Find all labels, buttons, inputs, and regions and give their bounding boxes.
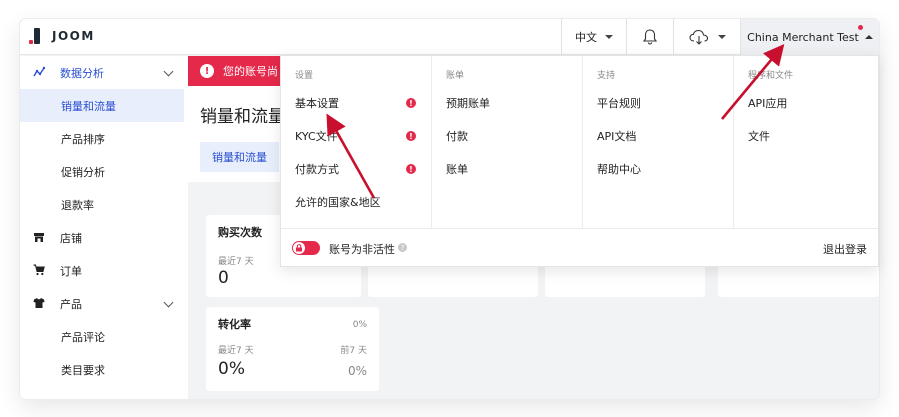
store-icon [34,233,44,242]
menu-item-label: 预期账单 [446,97,490,110]
chevron-down-icon [163,297,174,308]
stat-label: 转化率 [218,318,251,331]
menu-item-label: 文件 [748,130,770,143]
menu-item-label: 付款方式 [295,163,339,176]
sidebar-item-label: 促销分析 [61,165,105,179]
stat-value: 0% [218,359,245,379]
page-title: 销量和流量 [200,107,285,127]
cloud-download-icon [689,29,709,45]
menu-item-label: KYC文件 [295,130,338,143]
menu-item-bills[interactable]: 账单 [446,161,572,177]
alert-badge-icon: ! [406,131,416,141]
sidebar-group-label: 订单 [60,264,82,278]
sidebar-item-label: 类目要求 [61,363,105,377]
sidebar: 数据分析 销量和流量 产品排序 促销分析 退款率 店铺 订单 产品 产品评论 类… [20,56,188,399]
menu-column-settings: 设置 基本设置 ! KYC文件 ! 付款方式 ! 允许的国家&地区 [281,56,432,228]
tshirt-icon [33,298,45,308]
download-menu-button[interactable] [673,19,740,55]
menu-item-help-center[interactable]: 帮助中心 [597,161,723,177]
stat-value: 0 [218,268,229,288]
menu-item-payments[interactable]: 付款 [446,128,572,144]
sidebar-group-products[interactable]: 产品 [20,287,188,320]
menu-item-label: 账单 [446,163,468,176]
menu-item-payment-methods[interactable]: 付款方式 ! [295,161,422,177]
menu-item-label: 帮助中心 [597,163,641,176]
account-inactive-label: 账号为非活性 [329,243,395,256]
stat-change: 0% [352,320,367,330]
menu-item-label: API应用 [748,97,788,110]
sidebar-item-label: 产品排序 [61,132,105,146]
menu-item-allowed-regions[interactable]: 允许的国家&地区 [295,194,422,210]
sidebar-item-category-requirements[interactable]: 类目要求 [20,353,188,386]
menu-column-billing: 账单 预期账单 付款 账单 [431,56,582,228]
sidebar-item-promo-analysis[interactable]: 促销分析 [20,155,188,188]
stat-period: 最近7 天 [218,257,254,267]
stat-period: 最近7 天 [218,346,254,356]
notifications-button[interactable] [626,19,673,55]
menu-item-api-apps[interactable]: API应用 [748,95,869,111]
language-label: 中文 [575,31,597,44]
alert-icon: ! [200,64,214,78]
menu-column-support: 支持 平台规则 API文档 帮助中心 [582,56,733,228]
menu-item-expected-bills[interactable]: 预期账单 [446,95,572,111]
logout-link[interactable]: 退出登录 [823,241,867,257]
cart-icon [33,264,45,276]
menu-item-label: 允许的国家&地区 [295,196,381,209]
logo-text: JOOM [52,29,95,43]
menu-item-label: 平台规则 [597,97,641,110]
menu-item-api-docs[interactable]: API文档 [597,128,723,144]
sidebar-group-label: 产品 [60,297,82,311]
sidebar-group-orders[interactable]: 订单 [20,254,188,287]
menu-column-programs-files: 程序和文件 API应用 文件 [733,56,879,228]
sidebar-item-label: 退款率 [61,198,94,212]
merchant-name: China Merchant Test [747,30,859,44]
chevron-down-icon [163,66,174,77]
merchant-account-menu[interactable]: China Merchant Test [740,19,879,55]
sidebar-group-label: 数据分析 [60,66,104,80]
chevron-up-icon [864,35,873,39]
bell-icon [642,29,658,45]
chevron-down-icon [605,35,613,39]
sidebar-group-label: 店铺 [60,231,82,245]
menu-item-files[interactable]: 文件 [748,128,869,144]
sidebar-group-store[interactable]: 店铺 [20,221,188,254]
tab-sales-traffic[interactable]: 销量和流量 [200,142,279,172]
sidebar-item-label: 销量和流量 [61,99,116,113]
chevron-down-icon [718,35,726,39]
alert-badge-icon: ! [406,98,416,108]
stat-prev-period: 前7 天 [340,346,367,356]
menu-item-label: 付款 [446,130,468,143]
menu-item-label: API文档 [597,130,637,143]
account-inactive-toggle[interactable] [292,241,320,255]
sidebar-item-refund-rate[interactable]: 退款率 [20,188,188,221]
dropdown-footer: 账号为非活性 ? 退出登录 [281,228,878,266]
notification-dot [858,25,863,30]
sidebar-group-analytics[interactable]: 数据分析 [20,56,188,89]
sidebar-item-product-reviews[interactable]: 产品评论 [20,320,188,353]
alert-badge-icon: ! [406,164,416,174]
joom-logo[interactable]: JOOM [29,28,95,44]
sidebar-item-product-ranking[interactable]: 产品排序 [20,122,188,155]
sidebar-item-label: 产品评论 [61,330,105,344]
stat-prev-value: 0% [347,364,367,378]
menu-column-heading: 程序和文件 [748,71,794,81]
menu-column-heading: 设置 [295,71,314,81]
menu-column-heading: 账单 [446,71,465,81]
menu-item-kyc-files[interactable]: KYC文件 ! [295,128,422,144]
language-selector[interactable]: 中文 [561,19,626,55]
alert-text: 您的账号尚 [223,65,278,78]
joom-logo-mark [29,28,40,44]
help-icon[interactable]: ? [398,243,407,252]
analytics-icon [33,66,45,77]
account-dropdown-menu: 设置 基本设置 ! KYC文件 ! 付款方式 ! 允许的国家&地区 账单 预期账… [280,55,879,267]
sidebar-item-sales-traffic[interactable]: 销量和流量 [20,89,184,122]
stat-card-conversion: 转化率 0% 最近7 天 前7 天 0% 0% [206,307,379,391]
stat-label: 购买次数 [218,226,262,239]
top-header: JOOM 中文 China Merchant Test [20,19,879,55]
menu-item-platform-rules[interactable]: 平台规则 [597,95,723,111]
lock-icon [296,244,302,252]
menu-column-heading: 支持 [597,71,616,81]
menu-item-basic-settings[interactable]: 基本设置 ! [295,95,422,111]
menu-item-label: 基本设置 [295,97,339,110]
